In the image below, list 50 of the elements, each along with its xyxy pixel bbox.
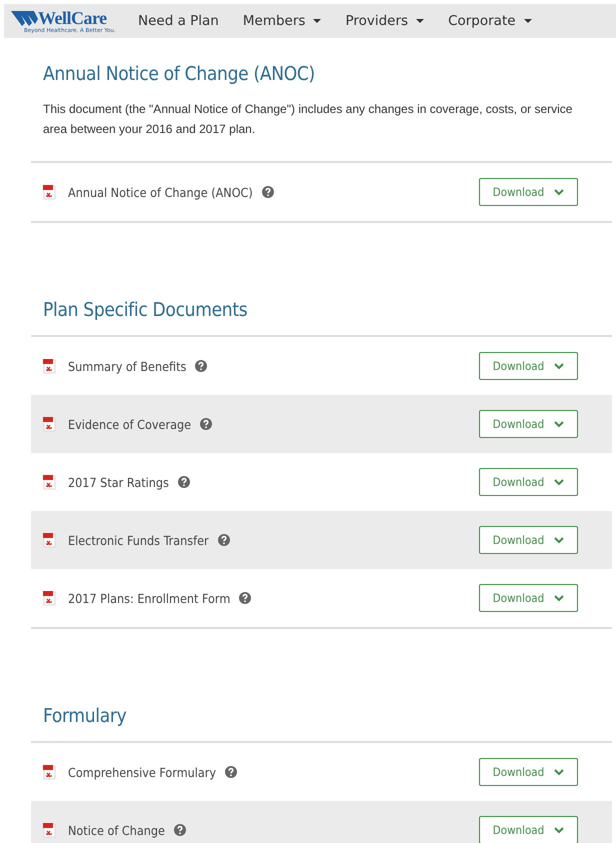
chevron-down-icon (554, 594, 564, 602)
document-name[interactable]: Comprehensive Formulary (68, 764, 216, 780)
help-icon (195, 360, 208, 372)
chevron-down-icon (554, 826, 564, 834)
download-button[interactable]: Download (479, 816, 578, 843)
document-name[interactable]: Evidence of Coverage (68, 416, 192, 432)
nav-link[interactable]: Need a Plan (138, 13, 219, 29)
logo-text[interactable]: WellCare (38, 8, 107, 26)
nav-link[interactable]: Members (242, 13, 322, 29)
pdf-icon (43, 764, 56, 780)
document-name[interactable]: Notice of Change (68, 822, 165, 838)
help-icon (200, 418, 212, 430)
pdf-icon (43, 184, 56, 200)
pdf-icon (43, 822, 56, 838)
pdf-icon (43, 358, 56, 374)
download-button[interactable]: Download (479, 178, 578, 206)
help-icon (218, 534, 230, 546)
help-icon (174, 824, 186, 836)
document-name[interactable]: 2017 Star Ratings (68, 474, 169, 490)
download-button[interactable]: Download (479, 468, 578, 496)
help-icon (178, 476, 190, 488)
swoosh-icon (10, 8, 38, 26)
pdf-icon (43, 590, 56, 606)
document-name[interactable]: Electronic Funds Transfer (68, 532, 209, 548)
chevron-down-icon (554, 420, 564, 428)
document-name[interactable]: 2017 Plans: Enrollment Form (68, 590, 230, 606)
pdf-icon (43, 474, 56, 490)
section-heading: Annual Notice of Change (ANOC) (43, 62, 316, 87)
pdf-icon (43, 532, 56, 548)
chevron-down-icon (554, 768, 564, 776)
help-icon (225, 766, 238, 778)
chevron-down-icon (554, 478, 564, 486)
section-description: This document (the "Annual Notice of Change") includes any changes in coverage, costs, or service area between your 2016 and 2017 plan. (43, 101, 574, 138)
download-button[interactable]: Download (479, 352, 578, 380)
download-button[interactable]: Download (479, 526, 578, 554)
section-heading: Plan Specific Documents (43, 298, 248, 323)
nav-link[interactable]: Providers (345, 13, 424, 29)
chevron-down-icon (554, 362, 564, 370)
nav-link[interactable]: Corporate (448, 13, 532, 29)
help-icon (239, 592, 252, 604)
download-button[interactable]: Download (479, 410, 578, 438)
download-button[interactable]: Download (479, 758, 578, 786)
help-icon (262, 186, 274, 198)
chevron-down-icon (554, 188, 564, 196)
section-heading: Formulary (43, 704, 128, 729)
pdf-icon (43, 416, 56, 432)
chevron-down-icon (554, 536, 564, 544)
download-button[interactable]: Download (479, 584, 578, 612)
document-name[interactable]: Annual Notice of Change (ANOC) (68, 184, 253, 200)
document-name[interactable]: Summary of Benefits (68, 358, 186, 374)
